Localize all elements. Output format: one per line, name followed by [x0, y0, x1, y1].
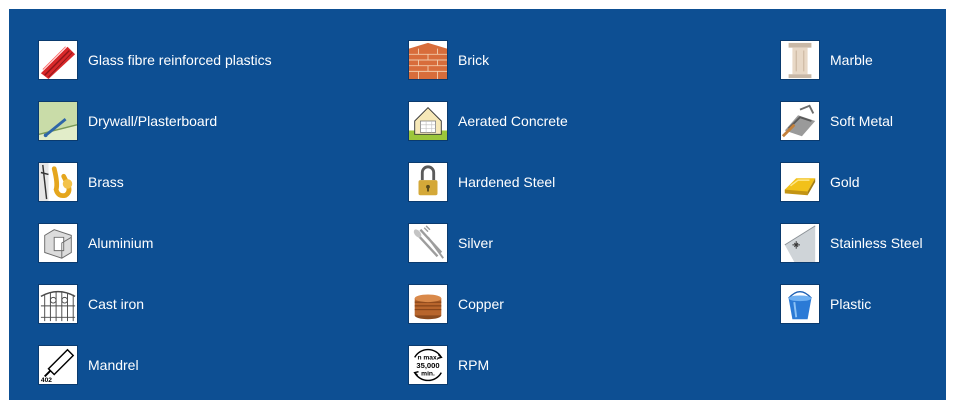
glass-fibre-pipe-icon — [38, 40, 78, 80]
saxophone-icon — [38, 162, 78, 202]
material-label: Plastic — [830, 296, 872, 312]
material-label: Soft Metal — [830, 113, 894, 129]
material-label: Silver — [458, 235, 494, 251]
material-label: Mandrel — [88, 357, 139, 373]
material-cast-iron: Cast iron — [38, 283, 144, 325]
rpm-icon: n max. 35,000 min. — [408, 345, 448, 385]
material-label: Aluminium — [88, 235, 154, 251]
copper-coins-icon — [408, 284, 448, 324]
rpm-line-2: 35,000 — [416, 361, 439, 370]
rpm-line-3: min. — [421, 370, 435, 377]
material-label: Stainless Steel — [830, 235, 923, 251]
material-label: Aerated Concrete — [458, 113, 568, 129]
cutlery-icon — [408, 223, 448, 263]
material-label: RPM — [458, 357, 490, 373]
marble-column-icon — [780, 40, 820, 80]
material-aluminium: Aluminium — [38, 222, 153, 264]
material-label: Brass — [88, 174, 124, 190]
padlock-icon — [408, 162, 448, 202]
material-label: Hardened Steel — [458, 174, 556, 190]
material-gold: Gold — [780, 161, 860, 203]
material-brass: Brass — [38, 161, 124, 203]
mandrel-icon: 402 — [38, 345, 78, 385]
material-glass-fibre: Glass fibre reinforced plastics — [38, 39, 272, 81]
material-label: Gold — [830, 174, 860, 190]
material-drywall: Drywall/Plasterboard — [38, 100, 217, 142]
aluminium-profile-icon — [38, 223, 78, 263]
plasterboard-icon — [38, 101, 78, 141]
material-copper: Copper — [408, 283, 504, 325]
brick-wall-icon — [408, 40, 448, 80]
material-marble: Marble — [780, 39, 873, 81]
soft-metal-icon — [780, 101, 820, 141]
materials-panel: Glass fibre reinforced plastics Brick Ma… — [9, 9, 946, 400]
material-label: Marble — [830, 52, 873, 68]
material-label: Cast iron — [88, 296, 145, 312]
material-label: Glass fibre reinforced plastics — [88, 52, 272, 68]
material-rpm: n max. 35,000 min. RPM — [408, 344, 489, 386]
aerated-concrete-house-icon — [408, 101, 448, 141]
material-stainless-steel: Stainless Steel — [780, 222, 923, 264]
material-silver: Silver — [408, 222, 493, 264]
material-plastic: Plastic — [780, 283, 871, 325]
material-soft-metal: Soft Metal — [780, 100, 893, 142]
material-label: Brick — [458, 52, 490, 68]
plastic-bucket-icon — [780, 284, 820, 324]
material-mandrel: 402 Mandrel — [38, 344, 139, 386]
material-label: Drywall/Plasterboard — [88, 113, 218, 129]
material-aerated-concrete: Aerated Concrete — [408, 100, 568, 142]
cast-iron-gate-icon — [38, 284, 78, 324]
material-hardened-steel: Hardened Steel — [408, 161, 555, 203]
material-label: Copper — [458, 296, 504, 312]
material-brick: Brick — [408, 39, 489, 81]
mandrel-number: 402 — [41, 377, 52, 384]
steel-sheet-icon — [780, 223, 820, 263]
gold-bar-icon — [780, 162, 820, 202]
